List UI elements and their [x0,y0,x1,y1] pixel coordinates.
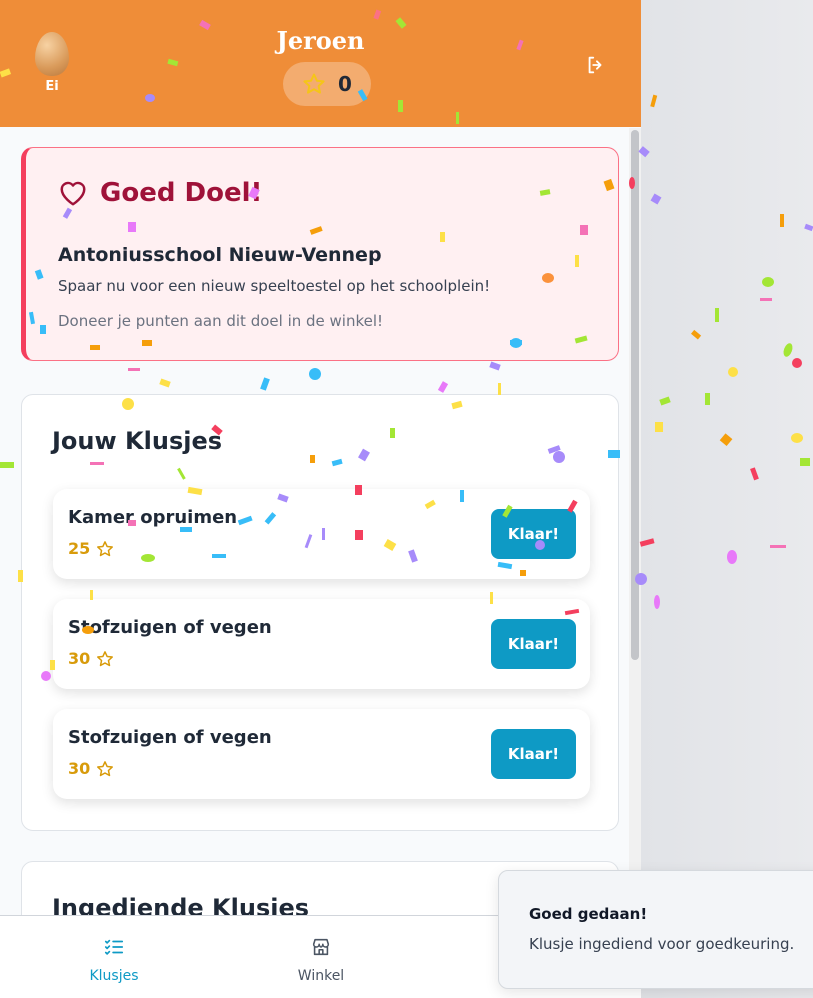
chore-name: Kamer opruimen [68,507,238,528]
chore-name: Stofzuigen of vegen [68,727,272,748]
points-badge: 0 [283,62,371,106]
goal-heading: Goed Doel! [58,178,262,208]
goal-description: Spaar nu voor een nieuw speeltoestel op … [58,277,491,295]
done-button[interactable]: Klaar! [491,619,576,669]
chore-points: 30 [68,649,114,668]
chore-points: 30 [68,759,114,778]
done-button[interactable]: Klaar! [491,729,576,779]
goal-school: Antoniusschool Nieuw-Vennep [58,244,382,266]
goal-card: Goed Doel! Antoniusschool Nieuw-Vennep S… [21,147,619,361]
header: Ei Jeroen 0 [0,0,641,127]
star-icon [97,650,114,666]
checklist-icon [104,939,124,955]
chore-points: 25 [68,539,114,558]
star-icon [97,760,114,776]
nav-item-winkel[interactable]: Winkel [261,936,381,984]
goal-title: Goed Doel! [100,178,263,208]
nav-label: Winkel [297,968,345,984]
toast-notification[interactable]: Goed gedaan! Klusje ingediend voor goedk… [498,870,813,989]
chore-points-value: 30 [68,649,91,668]
star-icon [97,540,114,556]
chore-points-value: 25 [68,539,91,558]
chore-item: Stofzuigen of vegen 30 Klaar! [53,709,590,799]
avatar-label: Ei [45,79,59,94]
chores-title: Jouw Klusjes [52,427,223,455]
heart-icon [60,181,86,206]
background-area [641,0,813,998]
done-button[interactable]: Klaar! [491,509,576,559]
chore-item: Stofzuigen of vegen 30 Klaar! [53,599,590,689]
logout-icon[interactable] [585,54,607,76]
chore-name: Stofzuigen of vegen [68,617,272,638]
points-value: 0 [338,72,352,96]
chores-card: Jouw Klusjes Kamer opruimen 25 Klaar! St… [21,394,619,831]
goal-hint: Doneer je punten aan dit doel in de wink… [58,312,384,330]
username: Jeroen [276,26,365,55]
chore-points-value: 30 [68,759,91,778]
toast-title: Goed gedaan! [529,905,648,923]
store-icon [312,938,330,956]
toast-message: Klusje ingediend voor goedkeuring. [529,935,795,953]
chore-item: Kamer opruimen 25 Klaar! [53,489,590,579]
nav-item-klusjes[interactable]: Klusjes [54,936,174,984]
star-icon [303,73,325,94]
nav-label: Klusjes [89,968,139,984]
app-panel: Ei Jeroen 0 Goed Doel! Antoniusschool Ni… [0,0,641,998]
scrollbar-thumb[interactable] [631,130,639,660]
